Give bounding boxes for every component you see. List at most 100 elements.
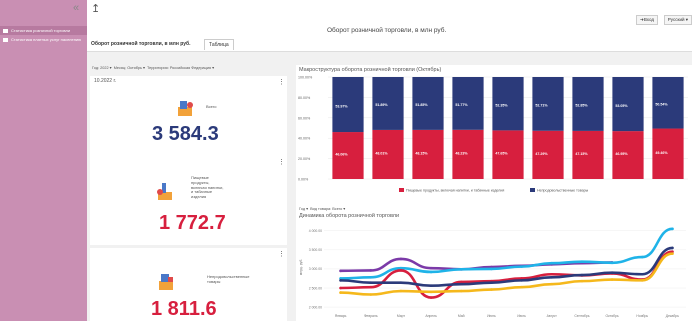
bar-value-label: 47.65% xyxy=(495,152,508,156)
y-tick-label: 3 000.00 xyxy=(309,267,322,271)
goods-box-icon xyxy=(159,274,173,290)
series-point xyxy=(580,279,584,283)
series-point xyxy=(399,257,403,261)
up-arrow-icon[interactable]: ↥ xyxy=(91,2,100,15)
series-point xyxy=(640,272,644,276)
structure-chart-title: Макроструктура оборота розничной торговл… xyxy=(299,67,442,73)
series-point xyxy=(550,261,554,265)
series-point xyxy=(671,227,674,231)
sidebar-item-services[interactable]: Статистика платных услуг населению xyxy=(0,35,87,44)
series-point xyxy=(550,282,554,286)
dynamics-chart-panel: Год ▾ Вид товара: Всего ▾ Динамика оборо… xyxy=(296,205,692,325)
series-point xyxy=(490,267,493,271)
series-point xyxy=(339,286,342,290)
bar-value-label: 53.05% xyxy=(615,104,628,108)
series-point xyxy=(399,281,403,284)
food-basket-icon xyxy=(157,183,172,200)
series-point xyxy=(429,296,433,299)
year-filter[interactable]: Год: 2022 xyxy=(92,66,109,70)
bar-value-label: 48.23% xyxy=(455,151,468,155)
collapse-sidebar-icon[interactable]: « xyxy=(73,2,79,14)
y-tick-label: 0.00% xyxy=(298,178,309,182)
dashboard-content: Год: 2022 ▾ Месяц: Октябрь ▾ Территория:… xyxy=(87,52,692,328)
series-point xyxy=(610,271,614,275)
series-point xyxy=(459,280,463,284)
series-point xyxy=(580,260,584,263)
bar-value-label: 46.95% xyxy=(615,152,628,156)
y-axis-label: млрд. руб. xyxy=(299,259,303,276)
series-point xyxy=(339,269,342,273)
x-tick-label: Январь xyxy=(335,314,347,318)
food-label: Пищевые продукты, включая напитки, и таб… xyxy=(191,175,224,200)
series-point xyxy=(459,282,463,286)
series-point xyxy=(671,246,674,250)
x-tick-label: Июнь xyxy=(487,314,496,318)
series-point xyxy=(339,291,342,294)
tab-table[interactable]: Таблица xyxy=(204,39,234,50)
month-filter[interactable]: Месяц: Октябрь xyxy=(114,66,142,70)
x-tick-label: Ноябрь xyxy=(636,314,648,318)
bar-value-label: 52.71% xyxy=(535,104,548,108)
series-point xyxy=(610,261,614,265)
sidebar: Статистика розничной торговли Статистика… xyxy=(0,0,87,321)
series-point xyxy=(429,266,433,270)
line-year-filter[interactable]: Год xyxy=(299,207,305,211)
bar-value-label: 50.54% xyxy=(655,102,668,106)
bar-value-label: 51.89% xyxy=(375,103,388,107)
series-point xyxy=(459,289,463,293)
x-tick-label: Июль xyxy=(517,314,526,318)
y-tick-label: 100.00% xyxy=(298,76,313,80)
series-point xyxy=(429,290,433,294)
sidebar-item-label: Статистика розничной торговли xyxy=(11,28,71,33)
nonfood-label: Непродовольственные товары xyxy=(207,274,250,284)
x-tick-label: Март xyxy=(397,314,406,318)
series-point xyxy=(429,270,433,274)
series-point xyxy=(399,289,403,293)
nonfood-card: ⋮ Непродовольственные товары 1 811.6 xyxy=(90,248,287,328)
series-point xyxy=(550,276,554,279)
bar-value-label: 53.97% xyxy=(335,104,348,108)
card-menu-icon[interactable]: ⋮ xyxy=(278,78,285,86)
series-point xyxy=(490,281,493,284)
y-tick-label: 4 000.00 xyxy=(309,229,322,233)
x-tick-label: Октябрь xyxy=(606,314,619,318)
structure-bar-chart: 100.00% 80.00% 60.00% 40.00% 20.00% 0.00% 53.9… xyxy=(298,76,688,193)
sidebar-item-label: Статистика платных услуг населению xyxy=(11,37,82,42)
series-point xyxy=(580,273,584,277)
series-point xyxy=(520,279,523,282)
x-tick-label: Сентябрь xyxy=(574,314,589,318)
total-value: 3 584.3 xyxy=(152,123,219,145)
bar-value-label: 52.85% xyxy=(575,104,588,108)
bar-value-label: 51.85% xyxy=(415,103,428,107)
bar-value-label: 49.46% xyxy=(655,151,668,155)
line-filter-bar: Год ▾ Вид товара: Всего ▾ xyxy=(299,207,346,211)
y-tick-label: 60.00% xyxy=(298,116,311,120)
series-point xyxy=(520,265,523,268)
login-button[interactable]: ➜Вход xyxy=(636,15,658,25)
x-tick-label: Май xyxy=(458,314,465,318)
series-point xyxy=(369,293,373,296)
x-tick-label: Апрель xyxy=(425,314,437,318)
bar-value-label: 51.77% xyxy=(455,103,468,107)
x-tick-label: Август xyxy=(547,314,558,318)
y-tick-label: 2 000.00 xyxy=(309,305,322,309)
series-point xyxy=(671,252,674,255)
card-menu-icon[interactable]: ⋮ xyxy=(278,158,285,166)
y-tick-label: 3 500.00 xyxy=(309,248,322,252)
series-point xyxy=(640,255,644,259)
legend-label: Непродовольственные товары xyxy=(537,189,589,193)
sidebar-item-retail[interactable]: Статистика розничной торговли xyxy=(0,26,87,35)
territory-filter[interactable]: Территория: Российская Федерация xyxy=(147,66,211,70)
bar-value-label: 52.35% xyxy=(495,103,508,107)
card-menu-icon[interactable]: ⋮ xyxy=(278,250,285,258)
line-type-filter[interactable]: Вид товара: Всего xyxy=(310,207,342,211)
series-point xyxy=(369,269,373,272)
series-point xyxy=(640,279,644,282)
tab-turnover[interactable]: Оборот розничной торговли, в млн руб. xyxy=(87,39,195,49)
series-point xyxy=(550,272,554,276)
dynamics-line-chart: 4 000.00 3 500.00 3 000.00 2 500.00 2 000.00… xyxy=(299,227,686,318)
tab-bar: Оборот розничной торговли, в млн руб. Та… xyxy=(87,37,692,52)
language-select[interactable]: Русский ▾ xyxy=(663,15,692,25)
folder-icon xyxy=(3,29,8,33)
series-point xyxy=(459,267,463,271)
